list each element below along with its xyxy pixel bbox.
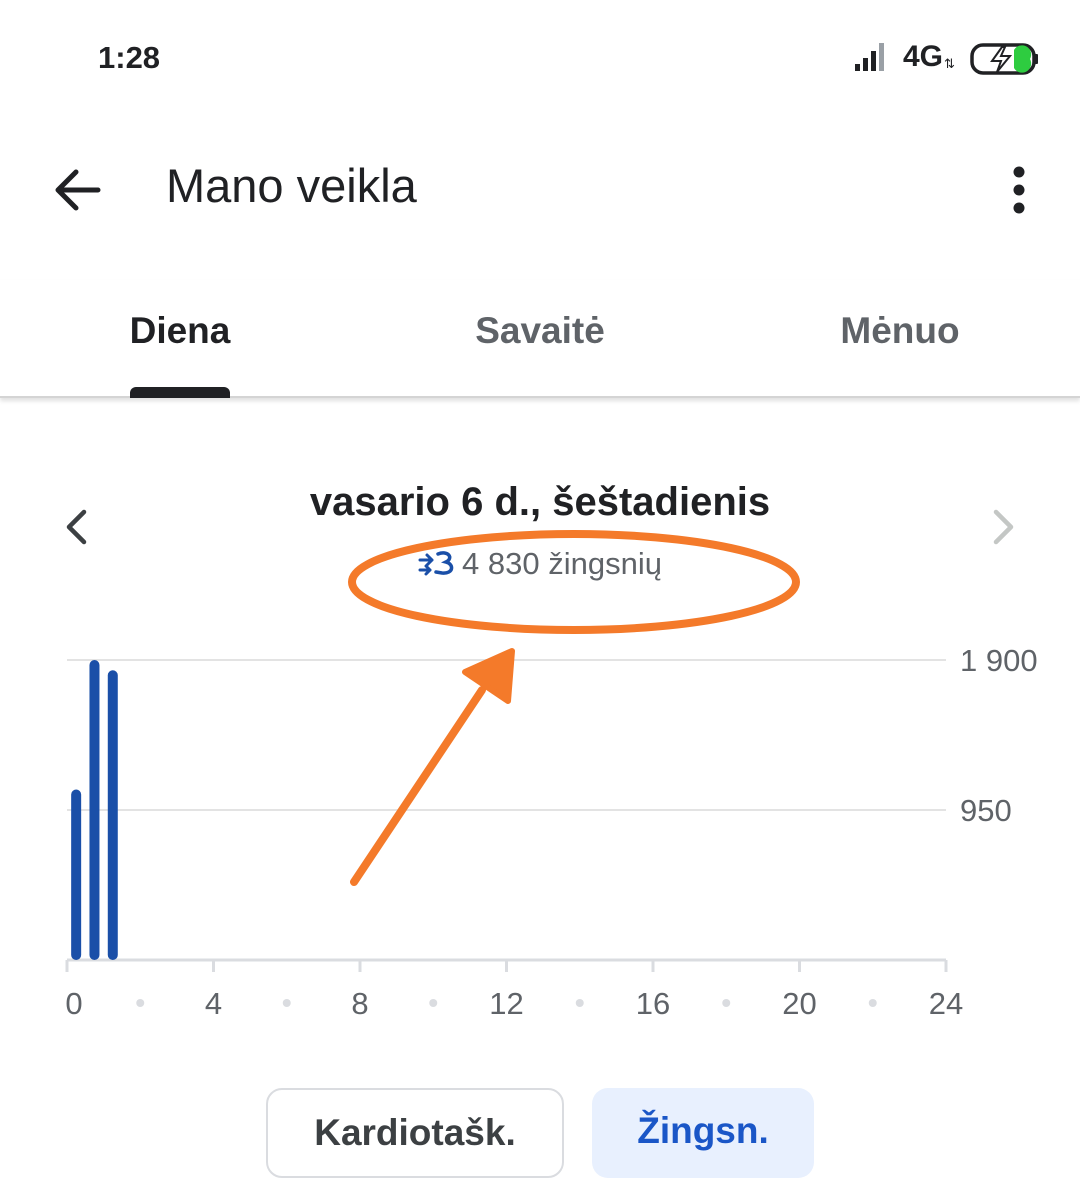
x-tick-label: 24 <box>929 986 963 1021</box>
x-minor-dot <box>136 999 145 1007</box>
network-label: 4G <box>903 40 944 73</box>
step-bar <box>89 660 100 960</box>
date-title: vasario 6 d., šeštadienis <box>309 480 771 524</box>
date-navigator: vasario 6 d., šeštadienis 4 830 žingsnių <box>0 470 1080 600</box>
x-tick-label: 20 <box>782 986 816 1021</box>
steps-summary: 4 830 žingsnių <box>0 546 1080 582</box>
back-button[interactable] <box>40 160 112 220</box>
x-tick-label: 12 <box>489 986 523 1021</box>
arrow-back-icon <box>55 169 101 211</box>
steps-count: 4 830 žingsnių <box>462 546 662 581</box>
x-tick-label: 0 <box>65 986 82 1021</box>
more-options-button[interactable] <box>994 160 1044 220</box>
steps-icon <box>418 551 454 576</box>
step-bar <box>71 789 82 960</box>
signal-icon <box>855 43 884 71</box>
chevron-right-icon <box>993 509 1014 545</box>
period-tabs: Diena Savaitė Mėnuo <box>0 280 1080 398</box>
status-bar: 1:28 4G ⇅ <box>0 0 1080 120</box>
tab-indicator <box>130 387 230 398</box>
network-arrows-icon: ⇅ <box>944 56 955 71</box>
y-tick-label: 950 <box>960 793 1012 828</box>
steps-button[interactable]: Žingsn. <box>592 1088 814 1178</box>
metric-toggle: Kardiotašk. Žingsn. <box>0 1088 1080 1178</box>
x-tick-label: 4 <box>205 986 222 1021</box>
x-tick-label: 16 <box>636 986 670 1021</box>
tab-week[interactable]: Savaitė <box>360 280 720 396</box>
status-time: 1:28 <box>98 40 161 75</box>
x-tick-label: 8 <box>351 986 368 1021</box>
next-day-button[interactable] <box>978 502 1028 552</box>
y-tick-label: 1 900 <box>960 643 1038 678</box>
page-title: Mano veikla <box>166 159 417 212</box>
tab-day[interactable]: Diena <box>0 280 360 396</box>
steps-chart: 1 900 950 0 4 8 12 16 20 24 <box>65 643 1038 1021</box>
x-minor-dot <box>868 999 877 1007</box>
x-minor-dot <box>282 999 291 1007</box>
x-minor-dot <box>575 999 584 1007</box>
tab-month[interactable]: Mėnuo <box>720 280 1080 396</box>
step-bar <box>107 670 118 960</box>
battery-charging-icon <box>970 43 1038 75</box>
app-bar: Mano veikla <box>0 130 1080 250</box>
cardio-points-button[interactable]: Kardiotašk. <box>266 1088 564 1178</box>
x-minor-dot <box>722 999 731 1007</box>
x-minor-dot <box>429 999 438 1007</box>
more-vert-icon <box>1013 166 1025 214</box>
